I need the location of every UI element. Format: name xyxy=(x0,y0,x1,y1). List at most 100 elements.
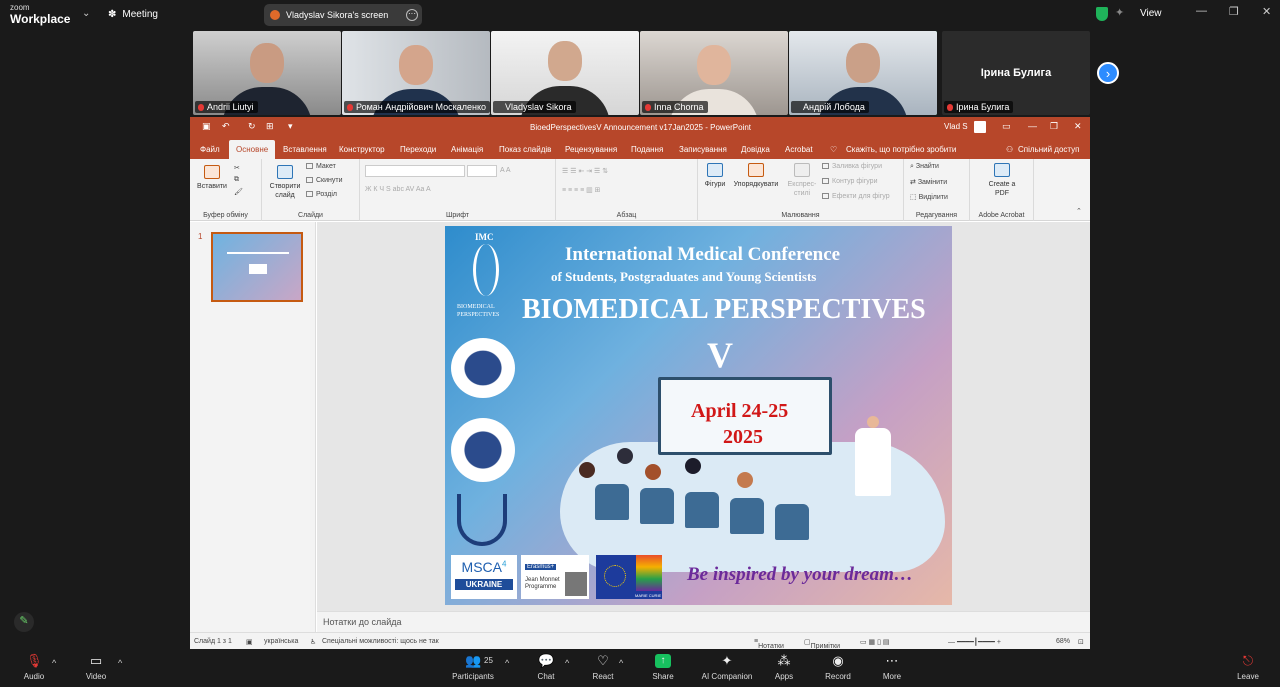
dna-caption: BIOMEDICAL xyxy=(457,304,495,310)
participant-tile-active-speaker[interactable]: Андрій Лобода xyxy=(789,31,937,115)
notes-toggle[interactable]: ≡ Нотатки xyxy=(754,638,784,650)
participants-options-icon[interactable]: ^ xyxy=(505,658,509,668)
meeting-button[interactable]: ✽ Meeting xyxy=(108,9,158,20)
next-page-arrow-icon[interactable]: › xyxy=(1097,62,1119,84)
save-icon[interactable]: ▣ xyxy=(202,121,211,132)
chevron-down-icon[interactable]: ⌄ xyxy=(82,8,90,19)
reset-button[interactable]: Скинути xyxy=(306,177,343,184)
share-screen-button[interactable]: ↑ Share xyxy=(633,654,693,681)
slide-canvas[interactable]: IMC BIOMEDICAL PERSPECTIVES Internationa… xyxy=(445,226,952,605)
ribbon-options-icon[interactable]: ▭ xyxy=(1002,121,1011,132)
section-button[interactable]: Розділ xyxy=(306,191,337,198)
zoom-percentage[interactable]: 68% xyxy=(1056,638,1070,645)
shape-outline-button[interactable]: Контур фігури xyxy=(822,178,877,185)
tab-transitions[interactable]: Переходи xyxy=(400,145,436,154)
tab-slideshow[interactable]: Показ слайдів xyxy=(499,145,551,154)
event-year: 2025 xyxy=(723,426,763,448)
layout-button[interactable]: Макет xyxy=(306,163,336,170)
zoom-slider[interactable]: — ━━━━┃━━━━ + xyxy=(948,638,1001,646)
restore-icon[interactable]: ❐ xyxy=(1229,5,1239,18)
alignment-buttons[interactable]: ≡ ≡ ≡ ≡ ▥ ⊞ xyxy=(562,186,601,194)
participant-tile[interactable]: Inna Chorna xyxy=(640,31,788,115)
shapes-button[interactable]: Фігури xyxy=(700,163,730,189)
close-icon[interactable]: ✕ xyxy=(1262,5,1271,18)
more-options-icon[interactable]: ··· xyxy=(406,9,418,21)
tab-insert[interactable]: Вставлення xyxy=(283,145,327,154)
video-button[interactable]: ▭ Video xyxy=(66,654,126,682)
leave-button[interactable]: ⎋ Leave xyxy=(1218,654,1278,682)
tab-recording[interactable]: Записування xyxy=(679,145,727,154)
quick-styles-button[interactable]: Експрес-стилі xyxy=(784,163,820,198)
cut-icon[interactable]: ✂ xyxy=(234,164,240,172)
tell-me-search[interactable]: Скажіть, що потрібно зробити xyxy=(846,145,956,154)
user-avatar[interactable] xyxy=(974,121,986,133)
minimize-icon[interactable]: — xyxy=(1028,121,1037,131)
shape-fill-button[interactable]: Заливка фігури xyxy=(822,163,882,170)
language-indicator[interactable]: українська xyxy=(264,638,298,645)
annotate-pencil-icon[interactable]: ✎ xyxy=(14,612,34,632)
collapse-ribbon-icon[interactable]: ⌃ xyxy=(1076,207,1082,215)
imc-logo-text: IMC xyxy=(475,232,494,242)
slide-thumbnail[interactable] xyxy=(211,232,303,302)
arrange-button[interactable]: Упорядкувати xyxy=(728,163,784,189)
screen-share-pill[interactable]: Vladyslav Sikora's screen ··· xyxy=(264,4,422,26)
close-icon[interactable]: ✕ xyxy=(1074,121,1082,132)
tab-acrobat[interactable]: Acrobat xyxy=(785,145,813,154)
record-button[interactable]: ◉ Record xyxy=(808,654,868,682)
participant-tile[interactable]: Ірина Булига Ірина Булига xyxy=(942,31,1090,115)
shape-effects-button[interactable]: Ефекти для фігур xyxy=(822,193,890,200)
react-options-icon[interactable]: ^ xyxy=(619,658,623,668)
spellcheck-icon[interactable]: ▣ xyxy=(246,638,253,646)
tab-review[interactable]: Рецензування xyxy=(565,145,617,154)
shield-icon[interactable] xyxy=(1096,7,1108,21)
tab-design[interactable]: Конструктор xyxy=(339,145,385,154)
tab-help[interactable]: Довідка xyxy=(741,145,770,154)
participant-tile[interactable]: Роман Андрійович Москаленко xyxy=(342,31,490,115)
restore-icon[interactable]: ❐ xyxy=(1050,121,1058,132)
share-button[interactable]: Спільний доступ xyxy=(1018,145,1080,154)
paste-button[interactable]: Вставити xyxy=(196,165,228,191)
more-button[interactable]: ⋯ More xyxy=(862,654,922,682)
notes-pane[interactable]: Нотатки до слайда xyxy=(317,611,1090,632)
audio-options-icon[interactable]: ^ xyxy=(52,658,56,668)
find-button[interactable]: ⌕ Знайти xyxy=(910,163,939,171)
fit-slide-icon[interactable]: ⊡ xyxy=(1078,638,1084,646)
tab-file[interactable]: Файл xyxy=(200,145,220,154)
ppt-user-name[interactable]: Vlad S xyxy=(944,122,968,131)
tab-home[interactable]: Основне xyxy=(229,140,276,159)
participant-tile[interactable]: Vladyslav Sikora xyxy=(491,31,639,115)
new-slide-button[interactable]: Створити слайд xyxy=(266,165,304,200)
ppt-title-bar: ▣ ↶ ↻ ⊞ ▾ BioedPerspectivesV Announcemen… xyxy=(190,117,1090,137)
normal-view-icon[interactable]: ▭ ▦ ▯ ▤ xyxy=(860,638,890,646)
participants-button[interactable]: 👥 Participants xyxy=(443,654,503,682)
grow-shrink-font[interactable]: A A xyxy=(500,167,511,174)
minimize-icon[interactable]: — xyxy=(1196,5,1207,17)
font-size-select[interactable] xyxy=(467,165,497,177)
tab-animations[interactable]: Анімація xyxy=(451,145,483,154)
comments-toggle[interactable]: ▢ Примітки xyxy=(804,638,840,650)
ppt-window-title: BioedPerspectivesV Announcement v17Jan20… xyxy=(530,123,752,132)
participant-tile[interactable]: Andrii Liutyi xyxy=(193,31,341,115)
replace-button[interactable]: ⇄ Замінити xyxy=(910,178,947,186)
sparkle-icon[interactable]: ✦ xyxy=(1115,6,1124,19)
ai-companion-button[interactable]: ✦ AI Companion xyxy=(697,654,757,682)
font-name-select[interactable] xyxy=(365,165,465,177)
video-options-icon[interactable]: ^ xyxy=(118,658,122,668)
apps-button[interactable]: ⁂ Apps xyxy=(754,654,814,682)
copy-icon[interactable]: ⧉ xyxy=(234,176,239,184)
react-button[interactable]: ♡ React xyxy=(573,654,633,682)
undo-icon[interactable]: ↶ xyxy=(222,121,230,132)
muted-mic-icon xyxy=(198,104,204,111)
view-button[interactable]: View xyxy=(1140,8,1162,19)
create-pdf-button[interactable]: Create a PDF xyxy=(982,163,1022,198)
bold-italic-underline[interactable]: Ж К Ч S abc AV Aa A xyxy=(365,186,431,193)
chat-options-icon[interactable]: ^ xyxy=(565,658,569,668)
present-icon[interactable]: ⊞ xyxy=(266,121,274,132)
tab-view[interactable]: Подання xyxy=(631,145,663,154)
accessibility-status[interactable]: Спеціальні можливості: щось не так xyxy=(322,638,439,645)
select-button[interactable]: ⬚ Виділити xyxy=(910,193,948,201)
bullets-numbering[interactable]: ☰ ☰ ⇤ ⇥ ☰ ⇅ xyxy=(562,167,608,175)
customize-qat-icon[interactable]: ▾ xyxy=(288,121,293,132)
format-painter-icon[interactable]: 🖌 xyxy=(234,188,243,196)
redo-icon[interactable]: ↻ xyxy=(248,121,256,132)
